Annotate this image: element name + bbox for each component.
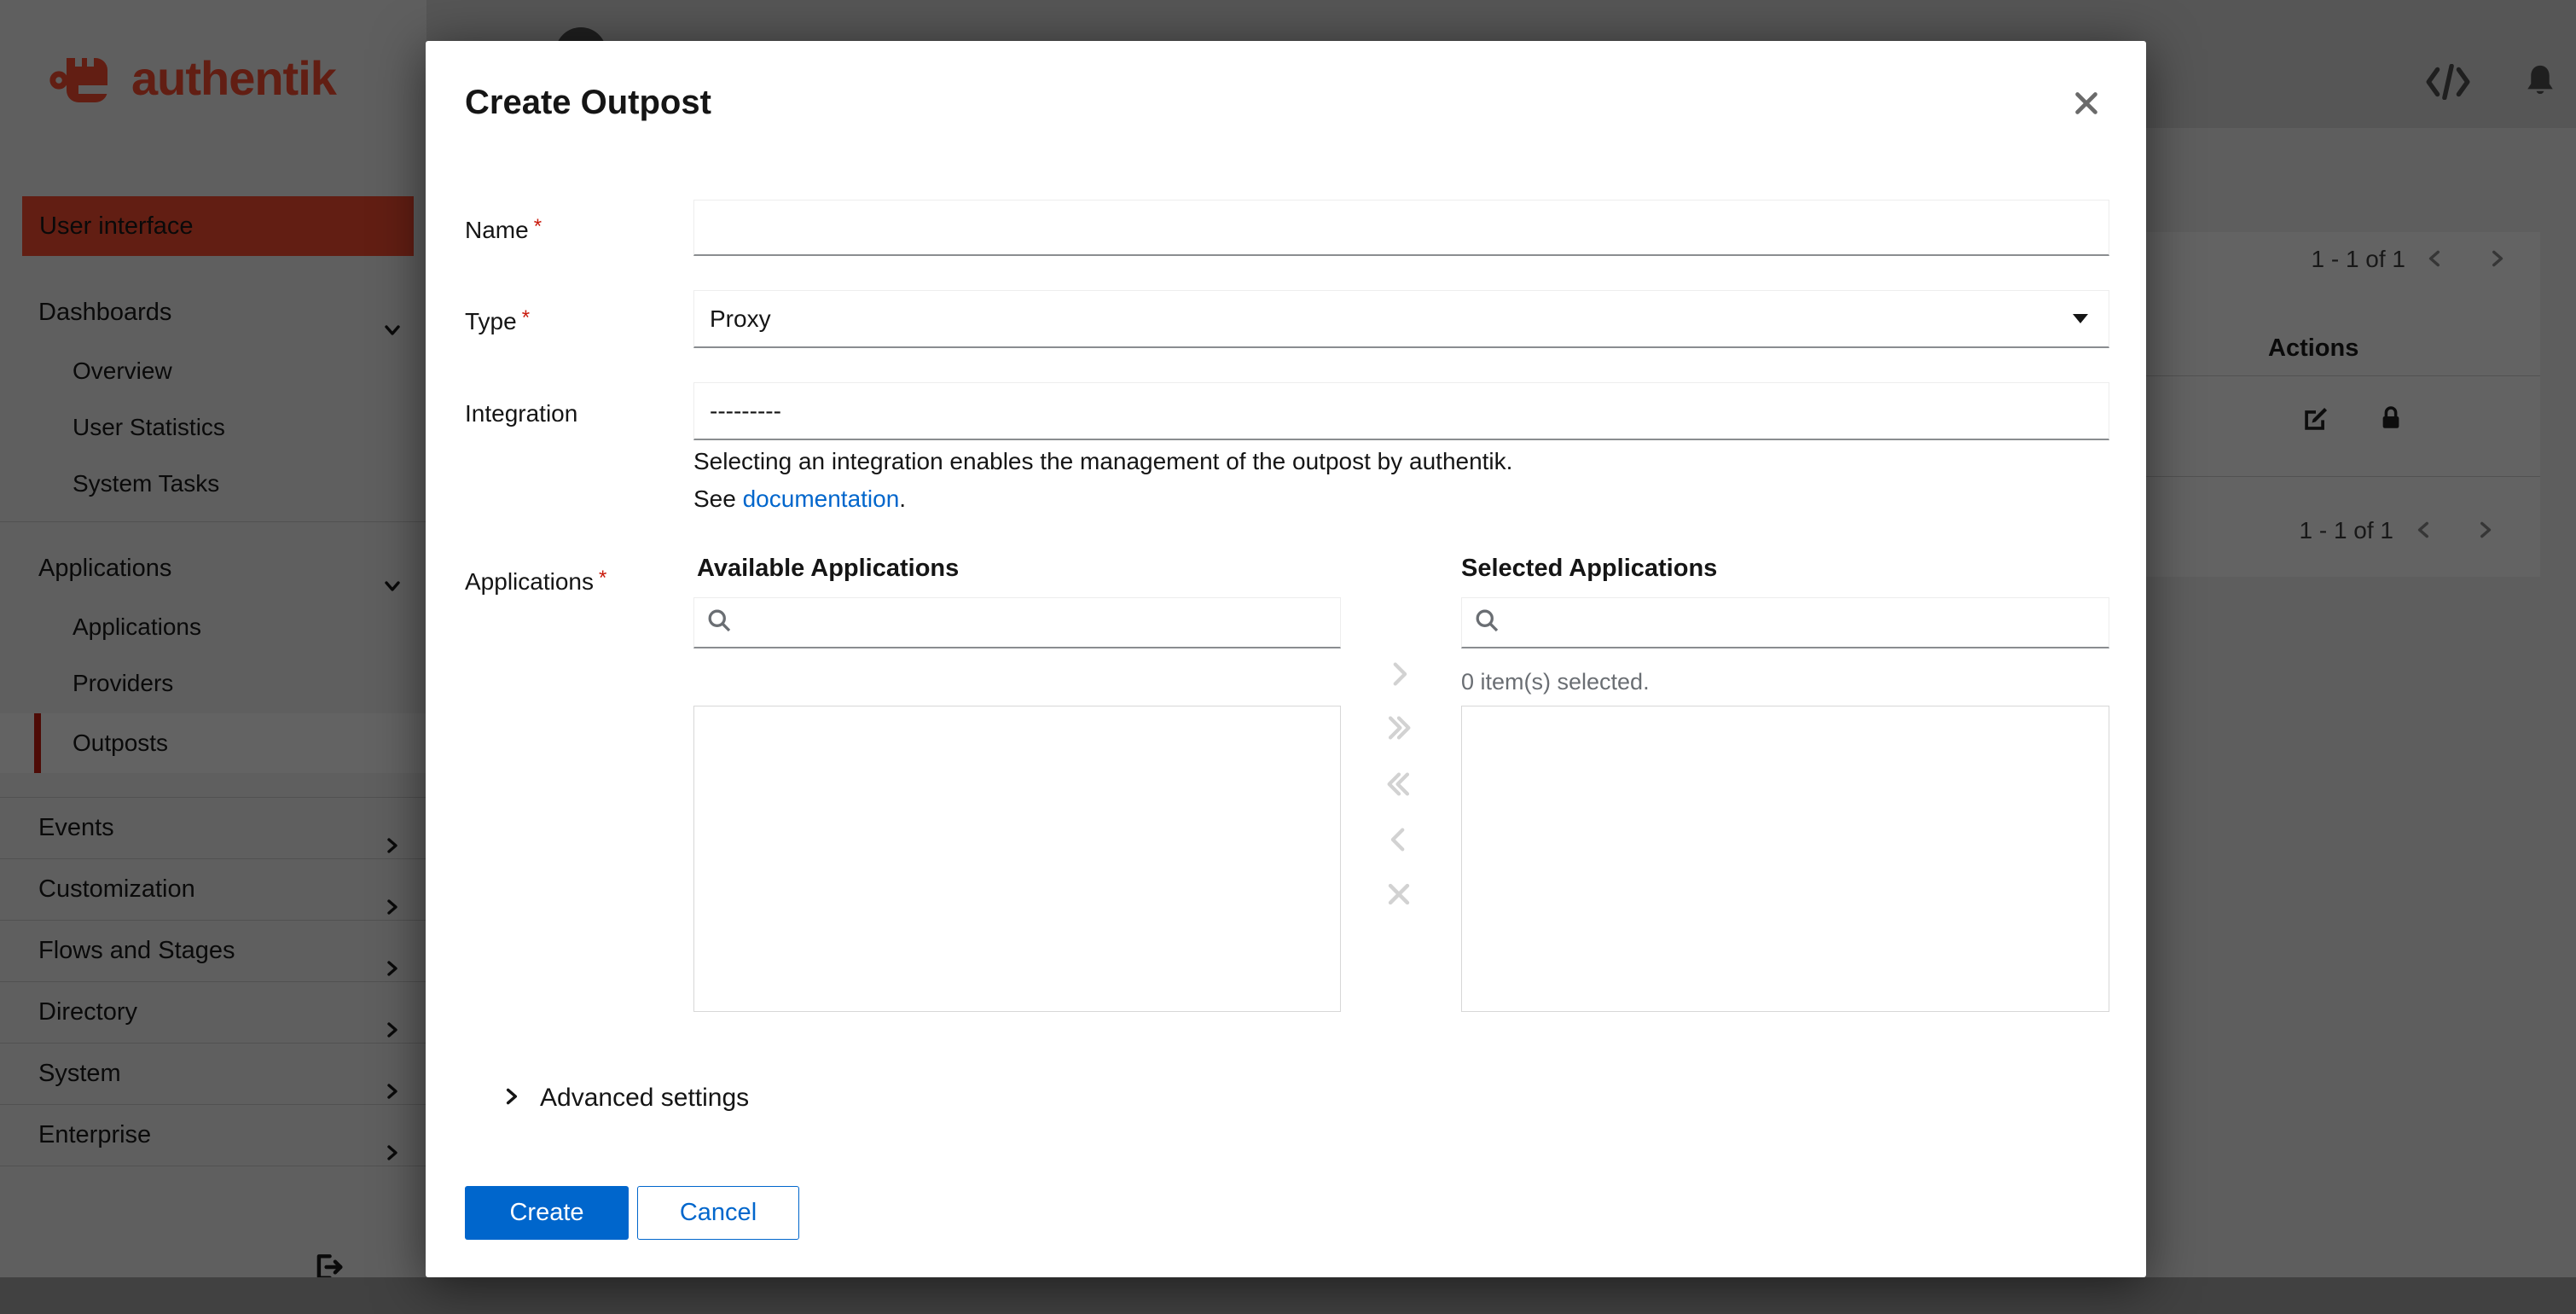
available-search-box — [693, 597, 1341, 648]
selected-search-box — [1461, 597, 2109, 648]
integration-doc-line: See documentation. — [693, 485, 907, 512]
type-label: Type * — [465, 306, 531, 334]
selected-applications-title: Selected Applications — [1461, 555, 1718, 582]
search-icon — [706, 608, 732, 637]
integration-select[interactable]: --------- — [693, 382, 2109, 440]
selected-count-label: 0 item(s) selected. — [1461, 669, 1650, 695]
type-select-value: Proxy — [710, 305, 771, 332]
remove-all-icon[interactable] — [1384, 770, 1413, 799]
name-input[interactable] — [693, 200, 2109, 256]
name-label: Name * — [465, 215, 542, 243]
documentation-link[interactable]: documentation — [743, 485, 900, 512]
add-all-icon[interactable] — [1384, 713, 1413, 742]
selected-search-input[interactable] — [1508, 608, 2097, 637]
available-applications-listbox[interactable] — [693, 706, 1341, 1012]
type-select[interactable]: Proxy — [693, 290, 2109, 348]
remove-selected-icon[interactable] — [1384, 825, 1413, 854]
modal-title: Create Outpost — [465, 84, 711, 121]
create-outpost-modal: Create Outpost Name * Type * Proxy Integra… — [426, 41, 2146, 1277]
app-root: authentik User interface Dashboards Over… — [0, 0, 2576, 1314]
select-caret-icon — [2073, 314, 2088, 323]
available-applications-title: Available Applications — [697, 555, 960, 582]
integration-select-value: --------- — [710, 397, 781, 424]
advanced-settings-toggle[interactable]: Advanced settings — [540, 1084, 749, 1113]
required-asterisk: * — [598, 567, 607, 590]
integration-label: Integration — [465, 400, 578, 427]
cancel-button[interactable]: Cancel — [637, 1186, 799, 1240]
integration-help-text: Selecting an integration enables the man… — [693, 448, 1513, 474]
search-icon — [1474, 608, 1500, 637]
advanced-settings-chevron-icon[interactable] — [501, 1085, 523, 1108]
selected-applications-listbox[interactable] — [1461, 706, 2109, 1012]
close-icon[interactable] — [2072, 89, 2106, 123]
create-button[interactable]: Create — [465, 1186, 629, 1240]
add-selected-icon[interactable] — [1384, 660, 1413, 689]
required-asterisk: * — [533, 215, 542, 238]
required-asterisk: * — [521, 306, 531, 329]
clear-selection-icon[interactable] — [1384, 880, 1413, 909]
available-search-input[interactable] — [740, 608, 1328, 637]
applications-label: Applications * — [465, 567, 607, 595]
